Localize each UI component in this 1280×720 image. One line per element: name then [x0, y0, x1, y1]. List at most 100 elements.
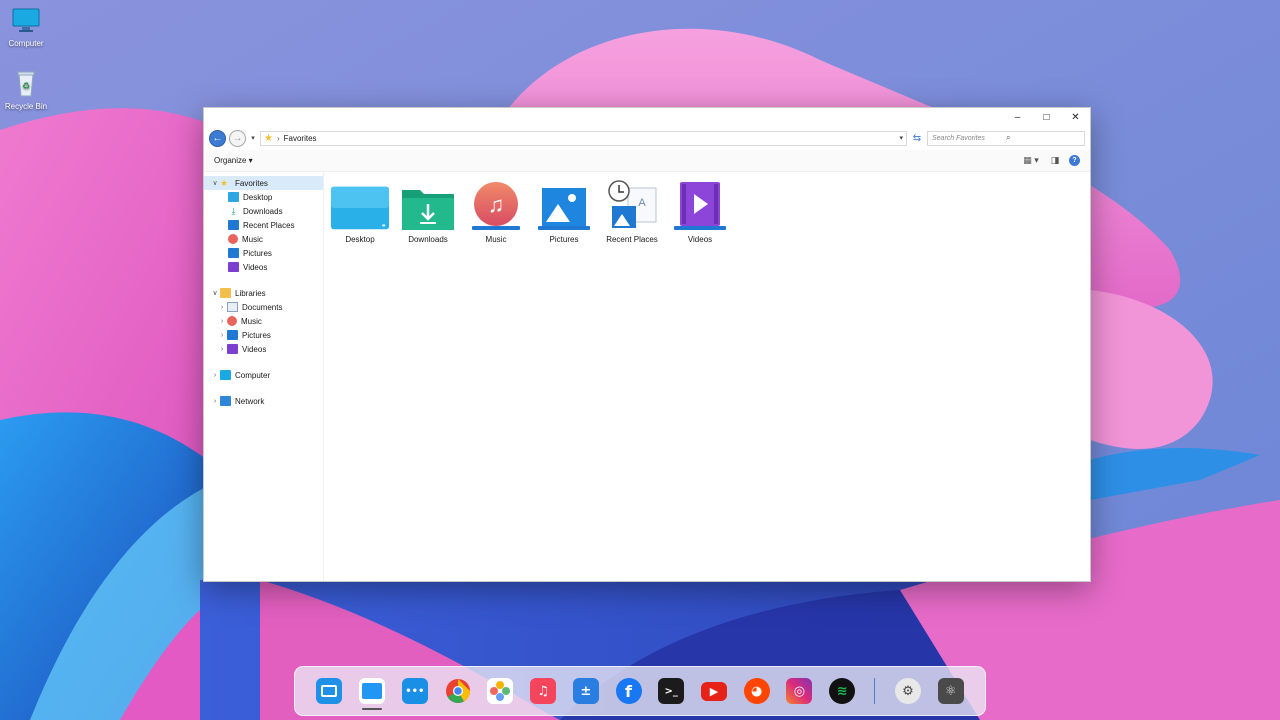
dock-app-file-explorer[interactable] [351, 666, 394, 716]
dock-app-terminal[interactable]: >_ [650, 666, 693, 716]
youtube-icon: ▶ [700, 681, 727, 701]
collapse-chevron-icon[interactable]: › [217, 346, 227, 353]
nav-libraries-videos[interactable]: › Videos [204, 342, 323, 356]
maximize-button[interactable]: □ [1032, 108, 1061, 126]
item-downloads[interactable]: Downloads [402, 180, 454, 244]
search-icon[interactable]: ⌕ [1006, 133, 1080, 143]
instagram-icon: ◎ [786, 678, 813, 704]
address-bar[interactable]: ★ › Favorites ▾ [260, 130, 907, 146]
item-label: Downloads [408, 235, 448, 244]
network-icon [220, 396, 231, 406]
preview-pane-button[interactable]: ◨ [1049, 155, 1061, 166]
monitor-icon [12, 8, 40, 32]
search-placeholder: Search Favorites [932, 134, 985, 142]
dock-app-apple-music[interactable]: ♫ [522, 666, 565, 716]
recent-places-icon [228, 220, 239, 230]
collapse-chevron-icon[interactable]: › [217, 318, 227, 325]
item-recent-places[interactable]: A Recent Places [606, 180, 658, 244]
music-icon [228, 234, 238, 244]
nav-favorites-pictures[interactable]: Pictures [204, 246, 323, 260]
collapse-chevron-icon[interactable]: › [210, 372, 220, 379]
running-indicator [362, 708, 383, 710]
videos-folder-icon [674, 182, 726, 230]
title-bar[interactable]: – □ ✕ [204, 108, 1090, 126]
dock-app-settings[interactable]: ⚙ [887, 666, 930, 716]
item-label: Videos [687, 235, 713, 244]
nav-label: Music [241, 316, 262, 326]
item-pictures[interactable]: Pictures [538, 180, 590, 244]
nav-label: Downloads [243, 206, 283, 216]
item-label: Recent Places [606, 235, 658, 244]
desktop-icon-recycle-bin[interactable]: ♻ Recycle Bin [0, 71, 52, 111]
collapse-chevron-icon[interactable]: › [217, 332, 227, 339]
organize-menu-button[interactable]: Organize ▾ [214, 156, 253, 165]
command-bar: Organize ▾ ▦ ▾ ◨ ? [204, 150, 1090, 172]
expand-chevron-icon[interactable]: ∨ [210, 179, 220, 187]
back-button[interactable]: ← [209, 129, 226, 147]
spotify-icon: ≋ [829, 678, 856, 704]
react-atom-icon: ⚛ [937, 678, 964, 704]
navigation-pane: ∨ ★ Favorites Desktop ⤓ Downloads Recent… [204, 172, 324, 581]
expand-chevron-icon[interactable]: ∨ [210, 289, 220, 297]
nav-libraries[interactable]: ∨ Libraries [204, 286, 323, 300]
nav-favorites-downloads[interactable]: ⤓ Downloads [204, 204, 323, 218]
item-label: Music [485, 235, 507, 244]
help-button[interactable]: ? [1069, 155, 1080, 166]
nav-label: Videos [242, 344, 267, 354]
change-view-button[interactable]: ▦ ▾ [1021, 155, 1041, 166]
svg-text:♻: ♻ [22, 81, 30, 91]
item-label: Pictures [549, 235, 579, 244]
nav-label: Pictures [242, 330, 271, 340]
dock-app-instagram[interactable]: ◎ [778, 666, 821, 716]
dock-app-photos[interactable] [479, 666, 522, 716]
address-row: ← → ▾ ★ › Favorites ▾ ⇆ Search Favorites… [204, 126, 1090, 150]
nav-favorites-recent-places[interactable]: Recent Places [204, 218, 323, 232]
music-icon [227, 316, 237, 326]
dock-app-chrome[interactable] [436, 666, 479, 716]
nav-favorites-music[interactable]: Music [204, 232, 323, 246]
dock-app-reddit[interactable]: ◕ [735, 666, 778, 716]
desktop-folder-icon [228, 192, 239, 202]
item-label: Desktop [345, 235, 375, 244]
nav-favorites-desktop[interactable]: Desktop [204, 190, 323, 204]
dock-separator [873, 678, 875, 704]
search-input[interactable]: Search Favorites ⌕ [927, 130, 1085, 146]
nav-computer[interactable]: › Computer [204, 368, 323, 382]
dock-app-facebook[interactable]: f [607, 666, 650, 716]
dock-app-react[interactable]: ⚛ [929, 666, 972, 716]
calculator-icon: ± [572, 678, 599, 704]
breadcrumb-favorites[interactable]: Favorites [284, 134, 896, 143]
item-music[interactable]: ♫ Music [470, 180, 522, 244]
nav-label: Favorites [235, 178, 268, 188]
refresh-button[interactable]: ⇆ [910, 133, 924, 144]
close-button[interactable]: ✕ [1061, 108, 1090, 126]
dock-app-finder[interactable] [308, 666, 351, 716]
collapse-chevron-icon[interactable]: › [217, 304, 227, 311]
nav-libraries-pictures[interactable]: › Pictures [204, 328, 323, 342]
minimize-button[interactable]: – [1003, 108, 1032, 126]
svg-text:♫: ♫ [488, 192, 505, 217]
dock-app-calculator[interactable]: ± [564, 666, 607, 716]
address-dropdown[interactable]: ▾ [899, 134, 903, 142]
favorites-star-icon: ★ [264, 132, 273, 144]
dock-app-spotify[interactable]: ≋ [821, 666, 864, 716]
recent-places-icon: A [608, 180, 657, 228]
item-videos[interactable]: Videos [674, 180, 726, 244]
music-note-icon: ♫ [530, 678, 557, 704]
item-desktop[interactable]: Desktop [330, 180, 390, 244]
nav-favorites-videos[interactable]: Videos [204, 260, 323, 274]
nav-label: Desktop [243, 192, 273, 202]
desktop-icon-computer[interactable]: Computer [0, 8, 52, 48]
settings-gear-icon: ⚙ [894, 678, 921, 704]
nav-label: Recent Places [243, 220, 295, 230]
nav-libraries-documents[interactable]: › Documents [204, 300, 323, 314]
forward-button[interactable]: → [229, 129, 246, 147]
nav-network[interactable]: › Network [204, 394, 323, 408]
nav-libraries-music[interactable]: › Music [204, 314, 323, 328]
nav-favorites[interactable]: ∨ ★ Favorites [204, 176, 323, 190]
dock-app-dots[interactable]: ••• [393, 666, 436, 716]
recent-pages-dropdown[interactable]: ▾ [249, 134, 257, 142]
dock-app-youtube[interactable]: ▶ [693, 666, 736, 716]
collapse-chevron-icon[interactable]: › [210, 398, 220, 405]
folder-icon [359, 678, 386, 704]
